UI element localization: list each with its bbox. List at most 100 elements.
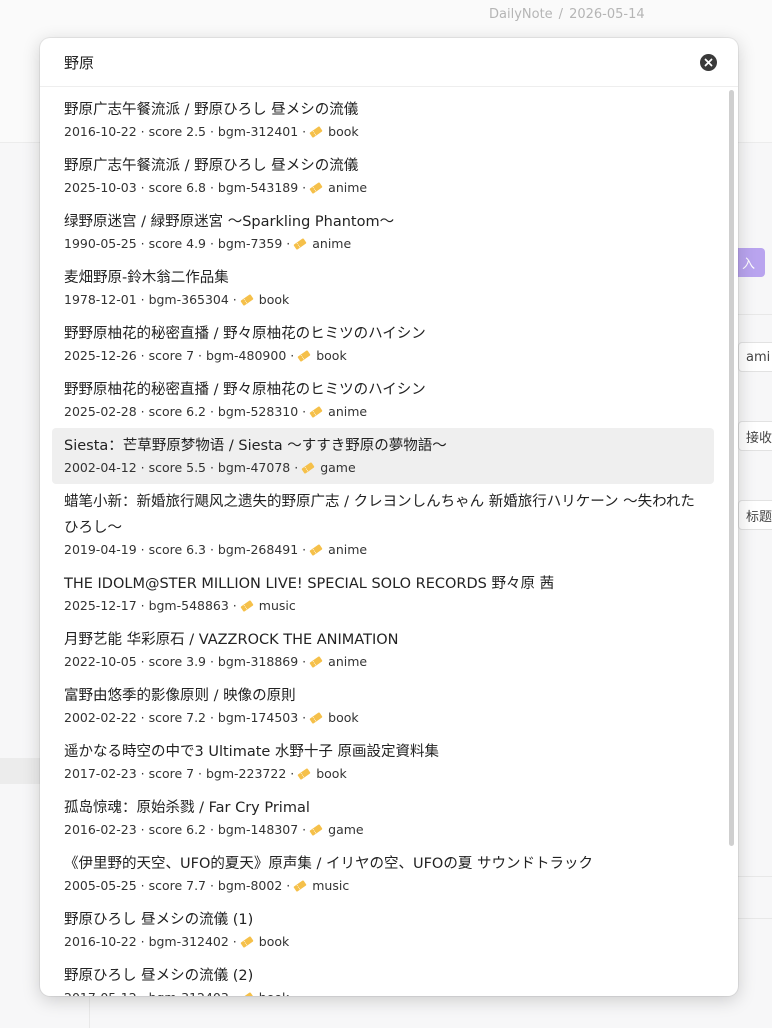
background-field[interactable]: 接收 [738,421,772,451]
result-type: game [328,822,364,837]
ticket-icon [240,992,254,996]
ticket-icon [240,294,254,306]
result-meta: 1990-05-25 · score 4.9 · bgm-7359 · anime [64,235,702,253]
search-result-item[interactable]: THE IDOLM@STER MILLION LIVE! SPECIAL SOL… [52,566,714,622]
ticket-icon [309,406,323,418]
ticket-icon [309,656,323,668]
result-type: music [258,598,296,613]
search-result-item[interactable]: 麦畑野原-鈴木翁二作品集 1978-12-01 · bgm-365304 · boo… [52,260,714,316]
action-button-label: 入 [741,257,755,272]
breadcrumb: DailyNote / 2026-05-14 [489,7,645,22]
result-type: book [316,766,347,781]
result-type: game [320,460,356,475]
result-title: 野原广志午餐流派 / 野原ひろし 昼メシの流儀 [64,102,359,118]
breadcrumb-date[interactable]: 2026-05-14 [569,7,645,22]
clear-search-button[interactable] [700,54,717,71]
ticket-icon [297,350,311,362]
result-title: 野原ひろし 昼メシの流儀 (1) [64,912,254,928]
search-bar [40,38,738,87]
sidebar-item-active[interactable] [0,758,40,784]
search-result-item[interactable]: 孤岛惊魂：原始杀戮 / Far Cry Primal 2016-02-23 · s… [52,790,714,846]
background-field[interactable]: 标题 [738,500,772,530]
search-result-item[interactable]: 野原广志午餐流派 / 野原ひろし 昼メシの流儀 2025-10-03 · scor… [52,148,714,204]
search-result-item[interactable]: 富野由悠季的影像原则 / 映像の原則 2002-02-22 · score 7.2… [52,678,714,734]
result-type: book [259,989,289,996]
result-type: book [258,934,290,949]
search-result-item[interactable]: 野原ひろし 昼メシの流儀 (1) 2016-10-22 · bgm-312402 … [52,902,714,958]
result-title: 绿野原迷宫 / 緑野原迷宮 ～Sparkling Phantom～ [64,214,395,230]
result-type: anime [312,236,352,251]
search-result-item[interactable]: 野原广志午餐流派 / 野原ひろし 昼メシの流儀 2016-10-22 · scor… [52,92,714,148]
result-title: 月野艺能 华彩原石 / VAZZROCK THE ANIMATION [64,632,399,648]
search-result-item[interactable]: 《伊里野的天空、UFO的夏天》原声集 / イリヤの空、UFOの夏 サウンドトラッ… [52,846,714,902]
result-meta-text: 2016-10-22 · bgm-312402 · [64,934,237,949]
divider [738,314,772,315]
result-title: 富野由悠季的影像原则 / 映像の原則 [64,688,296,704]
ticket-icon [309,544,323,556]
result-type: anime [328,542,368,557]
result-meta: 2017-02-23 · score 7 · bgm-223722 · book [64,765,702,783]
result-meta: 2016-10-22 · score 2.5 · bgm-312401 · boo… [64,123,702,141]
background-field-text: ami [746,349,771,365]
ticket-icon [294,880,307,892]
result-meta-text: 2025-12-26 · score 7 · bgm-480900 · [64,348,295,363]
result-meta: 2017-05-12 · bgm-312403 · book [64,989,702,996]
result-title: 遥かなる時空の中で3 Ultimate 水野十子 原画設定資料集 [64,744,440,760]
result-meta: 2016-02-23 · score 6.2 · bgm-148307 · gam… [64,821,702,839]
result-meta-text: 2025-02-28 · score 6.2 · bgm-528310 · [64,404,307,419]
breadcrumb-app[interactable]: DailyNote [489,7,553,22]
result-type: music [312,878,350,893]
search-result-item[interactable]: Siesta：芒草野原梦物语 / Siesta ～すすき野原の夢物語～ 2002-… [52,428,714,484]
result-meta-text: 2016-02-23 · score 6.2 · bgm-148307 · [64,822,307,837]
ticket-icon [294,238,307,250]
result-meta: 2025-12-17 · bgm-548863 · music [64,597,702,615]
result-meta: 2025-02-28 · score 6.2 · bgm-528310 · ani… [64,403,702,421]
result-meta: 2025-12-26 · score 7 · bgm-480900 · book [64,347,702,365]
result-title: 野野原柚花的秘密直播 / 野々原柚花のヒミツのハイシン [64,382,426,398]
breadcrumb-separator: / [558,7,564,22]
result-type: book [328,124,359,139]
ticket-icon [301,462,315,474]
search-result-item[interactable]: 蜡笔小新：新婚旅行飓风之遗失的野原广志 / クレヨンしんちゃん 新婚旅行ハリケー… [52,484,714,566]
results-list: 野原广志午餐流派 / 野原ひろし 昼メシの流儀 2016-10-22 · scor… [40,92,738,996]
result-meta-text: 1990-05-25 · score 4.9 · bgm-7359 · [64,236,291,251]
result-title: 《伊里野的天空、UFO的夏天》原声集 / イリヤの空、UFOの夏 サウンドトラッ… [64,856,593,872]
result-meta-text: 2025-12-17 · bgm-548863 · [64,598,237,613]
search-result-item[interactable]: 遥かなる時空の中で3 Ultimate 水野十子 原画設定資料集 2017-02-… [52,734,714,790]
background-field-text: 接收 [746,430,772,446]
result-title: 野野原柚花的秘密直播 / 野々原柚花のヒミツのハイシン [64,326,426,342]
result-type: book [328,710,359,725]
result-title: THE IDOLM@STER MILLION LIVE! SPECIAL SOL… [64,576,555,592]
result-meta: 2002-02-22 · score 7.2 · bgm-174503 · boo… [64,709,702,727]
result-meta-text: 2025-10-03 · score 6.8 · bgm-543189 · [64,180,307,195]
ticket-icon [309,824,323,836]
result-type: anime [328,180,368,195]
search-result-item[interactable]: 野野原柚花的秘密直播 / 野々原柚花のヒミツのハイシン 2025-12-26 · … [52,316,714,372]
result-type: anime [328,654,368,669]
search-result-item[interactable]: 绿野原迷宫 / 緑野原迷宮 ～Sparkling Phantom～ 1990-05… [52,204,714,260]
result-title: Siesta：芒草野原梦物语 / Siesta ～すすき野原の夢物語～ [64,438,447,454]
ticket-icon [240,936,254,948]
close-icon [704,58,713,67]
result-meta: 2019-04-19 · score 6.3 · bgm-268491 · ani… [64,541,702,559]
search-result-item[interactable]: 野野原柚花的秘密直播 / 野々原柚花のヒミツのハイシン 2025-02-28 · … [52,372,714,428]
background-field-text: 标题 [746,509,772,525]
search-result-item[interactable]: 野原ひろし 昼メシの流儀 (2) 2017-05-12 · bgm-312403 … [52,958,714,996]
search-result-item[interactable]: 月野艺能 华彩原石 / VAZZROCK THE ANIMATION 2022-1… [52,622,714,678]
result-meta-text: 2017-05-12 · bgm-312403 · [64,989,237,996]
ticket-icon [297,768,311,780]
result-meta-text: 2002-04-12 · score 5.5 · bgm-47078 · [64,460,299,475]
result-meta: 1978-12-01 · bgm-365304 · book [64,291,702,309]
divider [738,876,772,877]
result-meta: 2022-10-05 · score 3.9 · bgm-318869 · ani… [64,653,702,671]
search-modal: 野原广志午餐流派 / 野原ひろし 昼メシの流儀 2016-10-22 · scor… [40,38,738,996]
result-meta-text: 2016-10-22 · score 2.5 · bgm-312401 · [64,124,307,139]
search-input[interactable] [64,50,664,74]
result-type: book [258,292,290,307]
ticket-icon [309,712,323,724]
result-meta: 2002-04-12 · score 5.5 · bgm-47078 · game [64,459,702,477]
result-meta-text: 2005-05-25 · score 7.7 · bgm-8002 · [64,878,291,893]
background-field[interactable]: ami [738,342,772,372]
divider [738,918,772,919]
scrollbar[interactable] [729,90,734,846]
